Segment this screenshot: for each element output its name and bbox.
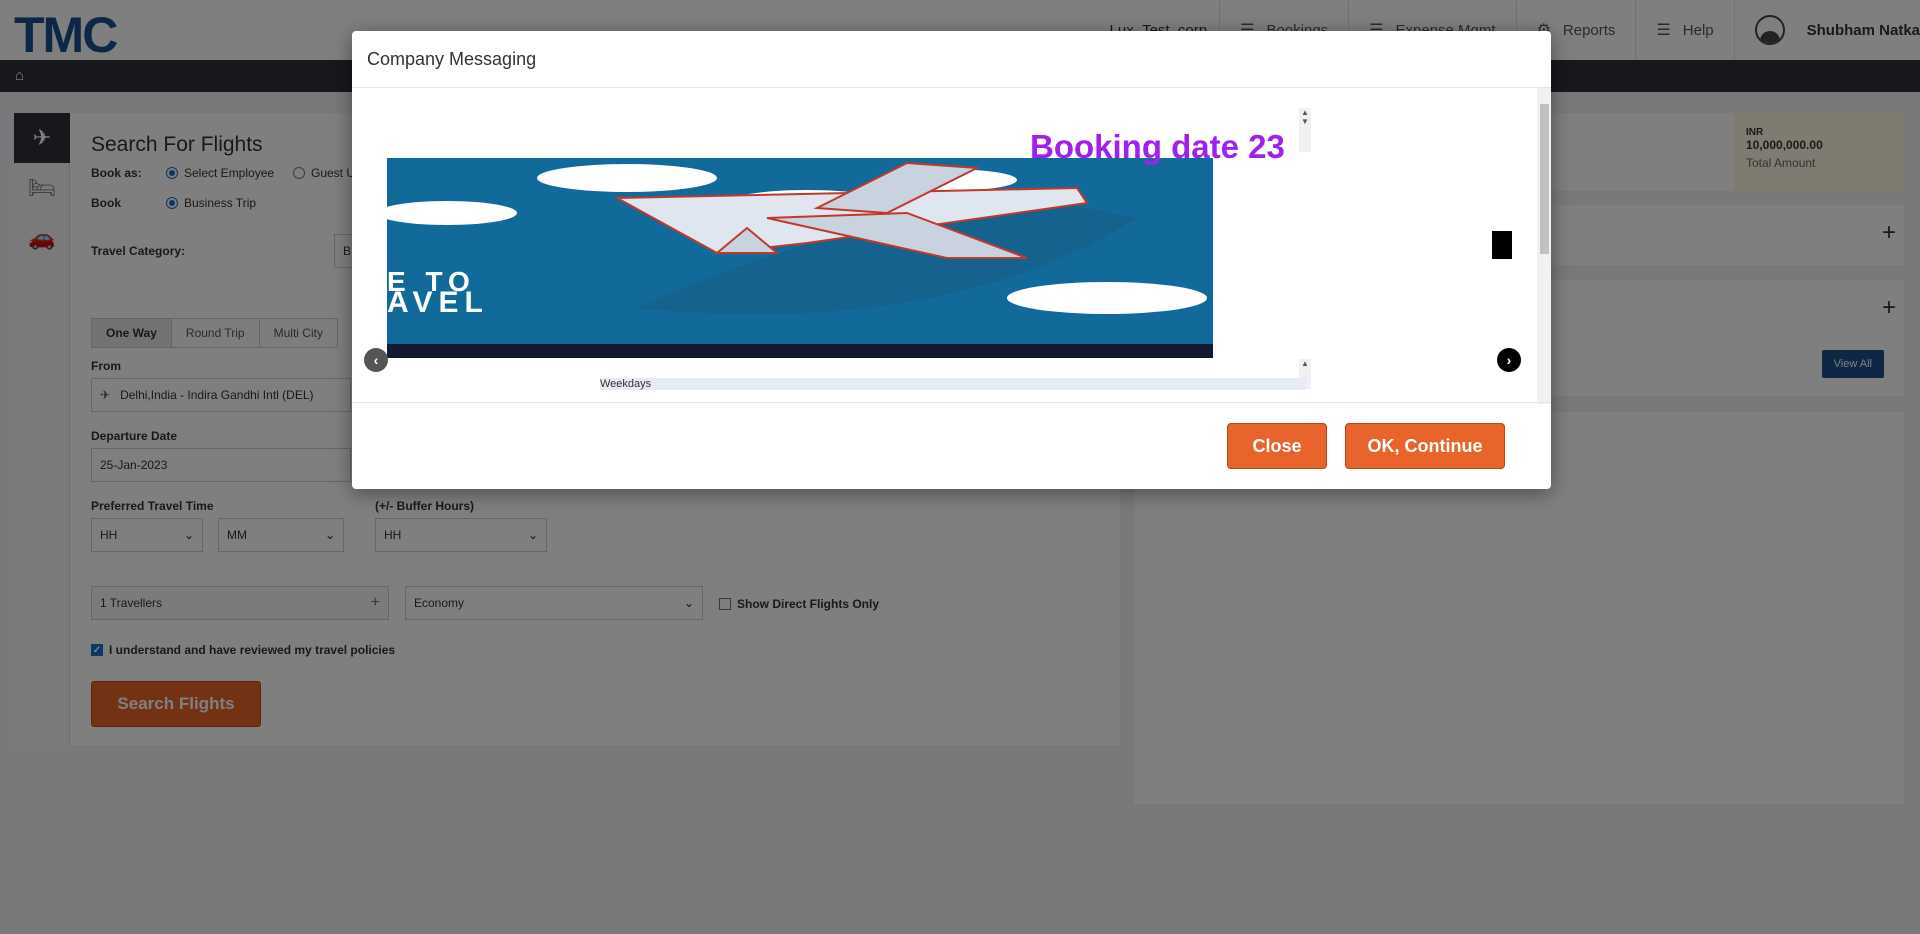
close-button[interactable]: Close (1227, 423, 1327, 469)
blurred-slide-fragment (1492, 231, 1512, 259)
banner-text-2: AVEL (387, 286, 489, 319)
travel-banner-image: E TO AVEL (387, 158, 1213, 358)
weekdays-header: Weekdays (600, 378, 1306, 390)
text-scrollbar[interactable]: ▲ ▼ (1299, 108, 1311, 152)
modal-scrollbar[interactable] (1537, 88, 1551, 404)
booking-date-text: Booking date 23 (1030, 128, 1285, 165)
next-slide-icon[interactable]: › (1497, 348, 1521, 372)
modal-body: E TO AVEL Booking date 23 ▲ ▼ ▲ Weekdays … (352, 88, 1551, 404)
ok-continue-button[interactable]: OK, Continue (1345, 423, 1505, 469)
modal-title: Company Messaging (352, 31, 1551, 88)
prev-slide-icon[interactable]: ‹ (364, 348, 388, 372)
banner-footer-strip (387, 344, 1213, 358)
airplane-illustration (387, 161, 1207, 314)
company-messaging-modal: Company Messaging E TO AVEL Booking date… (352, 31, 1551, 489)
